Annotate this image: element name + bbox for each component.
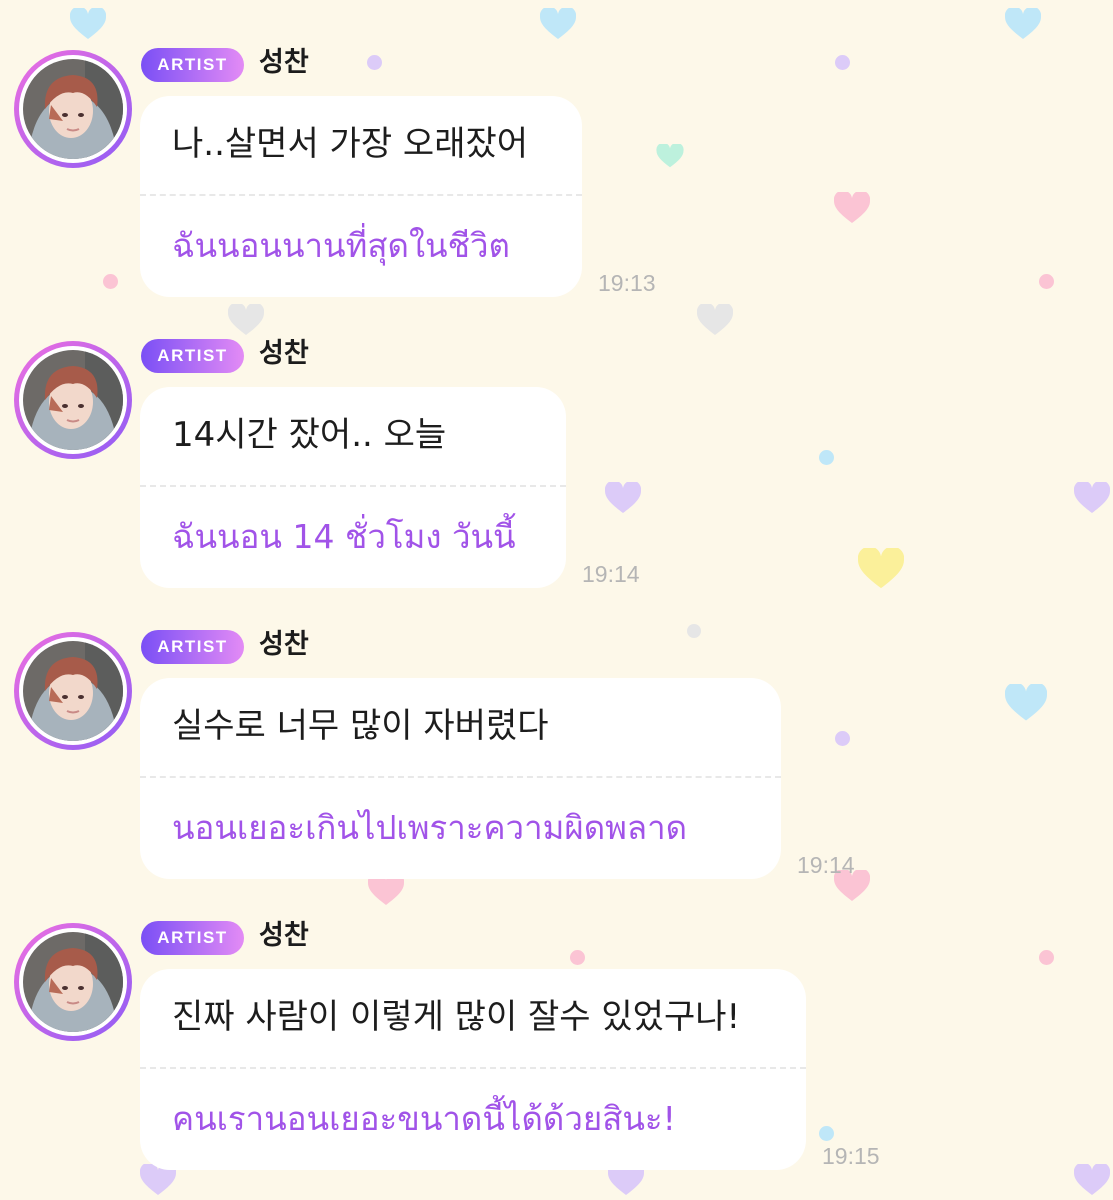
artist-badge: ARTIST [141, 48, 244, 82]
artist-badge: ARTIST [141, 630, 244, 664]
translation-divider [140, 194, 582, 196]
avatar[interactable] [14, 341, 132, 459]
chat-message: ARTIST 성찬 나..살면서 가장 오래잤어 ฉันนอนนานที่สุด… [0, 0, 1113, 297]
message-bubble[interactable]: 실수로 너무 많이 자버렸다 นอนเยอะเกินไปเพราะความผิด… [140, 678, 781, 879]
avatar[interactable] [14, 50, 132, 168]
chat-message: ARTIST 성찬 14시간 잤어.. 오늘 ฉันนอน 14 ชั่วโมง… [0, 291, 1113, 588]
message-bubble[interactable]: 14시간 잤어.. 오늘 ฉันนอน 14 ชั่วโมง วันนี้ [140, 387, 566, 588]
sender-name: 성찬 [259, 920, 309, 951]
avatar-photo [23, 350, 123, 450]
avatar-photo [23, 641, 123, 741]
translation-text: ฉันนอนนานที่สุดในชีวิต [172, 226, 510, 265]
avatar[interactable] [14, 923, 132, 1041]
artist-badge: ARTIST [141, 921, 244, 955]
avatar-photo [23, 932, 123, 1032]
translation-text: คนเรานอนเยอะขนาดนี้ได้ด้วยสินะ! [172, 1099, 676, 1138]
translation-text: นอนเยอะเกินไปเพราะความผิดพลาด [172, 808, 688, 847]
translation-divider [140, 485, 566, 487]
chat-message: ARTIST 성찬 실수로 너무 많이 자버렸다 นอนเยอะเกินไปเพ… [0, 582, 1113, 879]
sender-name: 성찬 [259, 629, 309, 660]
avatar[interactable] [14, 632, 132, 750]
sender-name: 성찬 [259, 338, 309, 369]
translation-divider [140, 776, 781, 778]
heart-icon [1074, 1164, 1110, 1195]
translation-text: ฉันนอน 14 ชั่วโมง วันนี้ [172, 517, 516, 556]
sender-name: 성찬 [259, 47, 309, 78]
translation-divider [140, 1067, 806, 1069]
message-text: 실수로 너무 많이 자버렸다 [172, 706, 549, 746]
message-bubble[interactable]: 진짜 사람이 이렇게 많이 잘수 있었구나! คนเรานอนเยอะขนาดน… [140, 969, 806, 1170]
message-timestamp: 19:15 [822, 1143, 880, 1169]
avatar-photo [23, 59, 123, 159]
message-text: 나..살면서 가장 오래잤어 [172, 124, 529, 164]
artist-badge: ARTIST [141, 339, 244, 373]
message-text: 14시간 잤어.. 오늘 [172, 415, 447, 455]
message-text: 진짜 사람이 이렇게 많이 잘수 있었구나! [172, 997, 741, 1037]
message-bubble[interactable]: 나..살면서 가장 오래잤어 ฉันนอนนานที่สุดในชีวิต [140, 96, 582, 297]
chat-message: ARTIST 성찬 진짜 사람이 이렇게 많이 잘수 있었구나! คนเรานอ… [0, 873, 1113, 1170]
